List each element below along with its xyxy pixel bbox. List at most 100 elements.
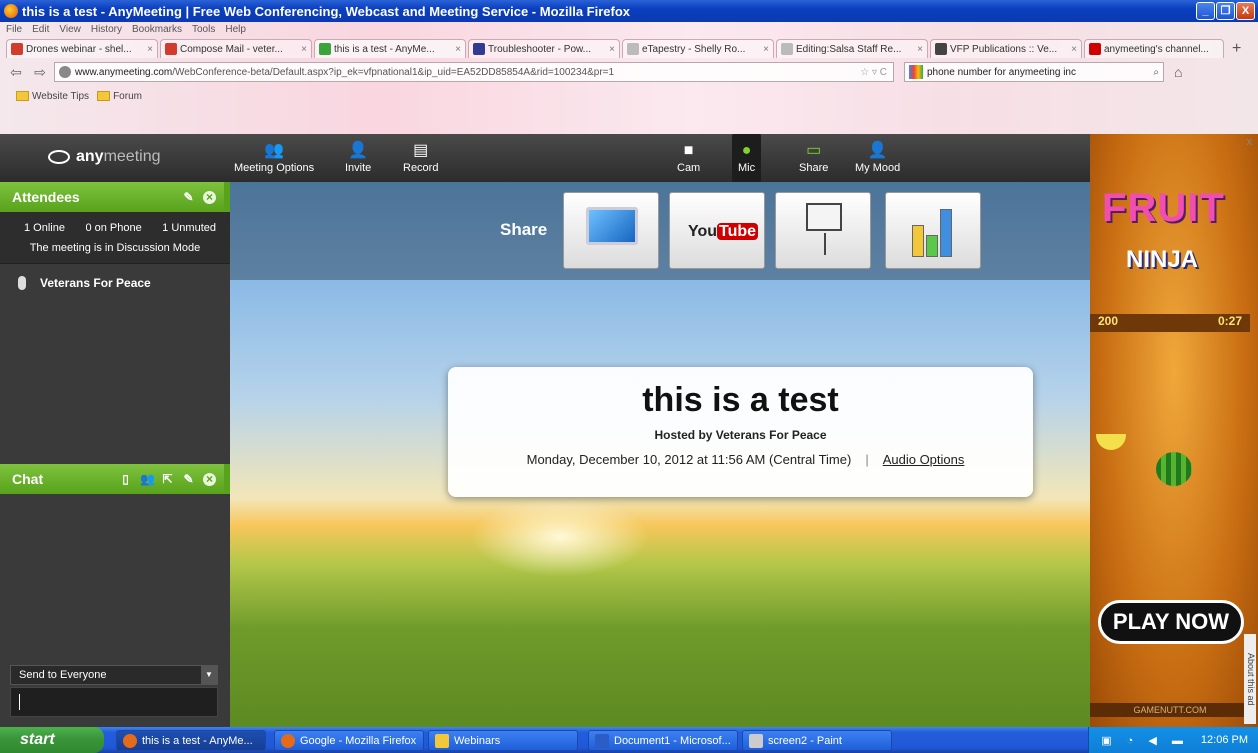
- mic-button[interactable]: ● Mic: [732, 134, 762, 182]
- send-to-value: Send to Everyone: [19, 669, 107, 681]
- task-label: screen2 - Paint: [768, 734, 842, 747]
- browser-tab[interactable]: Troubleshooter - Pow... ×: [468, 39, 620, 58]
- popout-icon[interactable]: ⇱: [161, 472, 174, 486]
- navigation-bar: ⇦ ⇨ www.anymeeting.com/WebConference-bet…: [0, 58, 1258, 86]
- attendee-item[interactable]: Veterans For Peace: [0, 268, 230, 298]
- browser-tab-active[interactable]: this is a test - AnyMe... ×: [314, 39, 466, 58]
- monitor-icon: ▭: [806, 142, 822, 159]
- search-field[interactable]: phone number for anymeeting inc ⌕: [904, 62, 1164, 82]
- chat-input[interactable]: [10, 687, 218, 717]
- close-tab-icon[interactable]: ×: [147, 44, 153, 55]
- menu-tools[interactable]: Tools: [192, 24, 215, 35]
- attendees-title: Attendees: [12, 189, 80, 205]
- url-path: /WebConference-beta/Default.aspx?ip_ek=v…: [172, 66, 615, 78]
- address-bar[interactable]: www.anymeeting.com/WebConference-beta/De…: [54, 62, 894, 82]
- menu-edit[interactable]: Edit: [32, 24, 49, 35]
- share-label: Share: [799, 162, 829, 174]
- tray-icons[interactable]: ▣ ◔ ◀ ▬: [1101, 734, 1189, 747]
- meeting-card: this is a test Hosted by Veterans For Pe…: [448, 367, 1033, 497]
- close-tab-icon[interactable]: ×: [609, 44, 615, 55]
- close-panel-icon[interactable]: ×: [203, 472, 216, 486]
- attendee-stats: 1 Online 0 on Phone 1 Unmuted The meeting …: [0, 212, 230, 264]
- task-label: Document1 - Microsof...: [614, 734, 731, 747]
- trash-icon[interactable]: ▯: [119, 472, 132, 486]
- sidebar: Attendees ✎ × 1 Online 0 on Phone 1 Unmuted…: [0, 182, 230, 727]
- taskbar-item[interactable]: this is a test - AnyMe...: [116, 730, 266, 751]
- browser-tab[interactable]: eTapestry - Shelly Ro... ×: [622, 39, 774, 58]
- close-panel-icon[interactable]: ×: [203, 190, 216, 204]
- browser-tab[interactable]: anymeeting's channel...: [1084, 39, 1224, 58]
- globe-icon: [59, 66, 71, 78]
- taskbar-item[interactable]: Webinars: [428, 730, 578, 751]
- forward-icon[interactable]: ⇨: [30, 62, 50, 82]
- home-icon[interactable]: ⌂: [1174, 64, 1182, 80]
- meeting-host: Hosted by Veterans For Peace: [654, 428, 827, 442]
- page-icon: [781, 43, 793, 55]
- menu-help[interactable]: Help: [225, 24, 246, 35]
- new-tab-icon[interactable]: +: [1232, 40, 1241, 58]
- back-icon[interactable]: ⇦: [6, 62, 26, 82]
- ad-title-1: FRUIT: [1102, 186, 1225, 230]
- chat-title: Chat: [12, 471, 44, 487]
- meeting-options-button[interactable]: 👥 Meeting Options: [234, 140, 314, 174]
- users-icon[interactable]: 👥: [140, 472, 155, 486]
- close-tab-icon[interactable]: ×: [763, 44, 769, 55]
- minimize-button[interactable]: _: [1196, 2, 1215, 20]
- my-mood-label: My Mood: [855, 162, 901, 174]
- pin-icon[interactable]: ✎: [182, 472, 195, 486]
- start-button[interactable]: start: [0, 727, 104, 753]
- menu-view[interactable]: View: [59, 24, 81, 35]
- menu-history[interactable]: History: [91, 24, 122, 35]
- close-ad-icon[interactable]: x: [1247, 136, 1253, 148]
- browser-tab[interactable]: Compose Mail - veter... ×: [160, 39, 312, 58]
- about-this-ad[interactable]: About this ad: [1244, 634, 1256, 724]
- browser-tab[interactable]: VFP Publications :: Ve... ×: [930, 39, 1082, 58]
- mic-icon: ●: [741, 142, 752, 159]
- play-now-button[interactable]: PLAY NOW: [1098, 600, 1244, 644]
- share-button[interactable]: ▭ Share: [799, 140, 828, 174]
- taskbar-item[interactable]: Document1 - Microsof...: [588, 730, 738, 751]
- mic-label: Mic: [738, 162, 756, 174]
- browser-chrome: File Edit View History Bookmarks Tools H…: [0, 22, 1258, 134]
- tab-label: eTapestry - Shelly Ro...: [642, 43, 746, 55]
- task-label: Google - Mozilla Firefox: [300, 734, 417, 747]
- task-label: this is a test - AnyMe...: [142, 734, 253, 747]
- taskbar-item[interactable]: Google - Mozilla Firefox: [274, 730, 424, 751]
- browser-tab[interactable]: Editing:Salsa Staff Re... ×: [776, 39, 928, 58]
- cam-button[interactable]: ■ Cam: [677, 140, 700, 174]
- taskbar-item[interactable]: screen2 - Paint: [742, 730, 892, 751]
- send-to-select[interactable]: Send to Everyone ▼: [10, 665, 218, 685]
- maximize-button[interactable]: ❐: [1216, 2, 1235, 20]
- invite-button[interactable]: 👤 Invite: [345, 140, 371, 174]
- share-chart-tile[interactable]: [885, 192, 981, 269]
- browser-tab[interactable]: Drones webinar - shel... ×: [6, 39, 158, 58]
- star-icon[interactable]: ☆ ▿ C: [860, 67, 887, 78]
- close-tab-icon[interactable]: ×: [301, 44, 307, 55]
- audio-options-link[interactable]: Audio Options: [883, 452, 965, 467]
- search-icon[interactable]: ⌕: [1153, 67, 1159, 78]
- tab-label: Compose Mail - veter...: [180, 43, 283, 55]
- film-icon: ▤: [413, 142, 429, 159]
- system-tray: ▣ ◔ ◀ ▬ 12:06 PM: [1088, 727, 1258, 753]
- bookmark-website-tips[interactable]: Website Tips: [32, 91, 89, 102]
- advertisement[interactable]: x FRUIT NINJA 200 0:27 PLAY NOW GAMENUTT.…: [1090, 134, 1258, 727]
- logo-text-b: meeting: [103, 148, 161, 165]
- close-window-button[interactable]: X: [1236, 2, 1255, 20]
- url-domain: www.anymeeting.com: [75, 66, 173, 78]
- share-youtube-tile[interactable]: You Tube: [669, 192, 765, 269]
- word-icon: [595, 733, 609, 748]
- menu-bookmarks[interactable]: Bookmarks: [132, 24, 182, 35]
- close-tab-icon[interactable]: ×: [917, 44, 923, 55]
- close-tab-icon[interactable]: ×: [1071, 44, 1077, 55]
- menu-file[interactable]: File: [6, 24, 22, 35]
- pin-icon[interactable]: ✎: [182, 190, 195, 204]
- ad-hud: 200 0:27: [1090, 314, 1250, 332]
- logo-text-a: any: [76, 148, 104, 165]
- share-presentation-tile[interactable]: [775, 192, 871, 269]
- record-button[interactable]: ▤ Record: [403, 140, 438, 174]
- my-mood-button[interactable]: 👤 My Mood: [855, 140, 900, 174]
- share-desktop-tile[interactable]: [563, 192, 659, 269]
- close-tab-icon[interactable]: ×: [455, 44, 461, 55]
- clock: 12:06 PM: [1200, 734, 1248, 746]
- bookmark-forum[interactable]: Forum: [113, 91, 142, 102]
